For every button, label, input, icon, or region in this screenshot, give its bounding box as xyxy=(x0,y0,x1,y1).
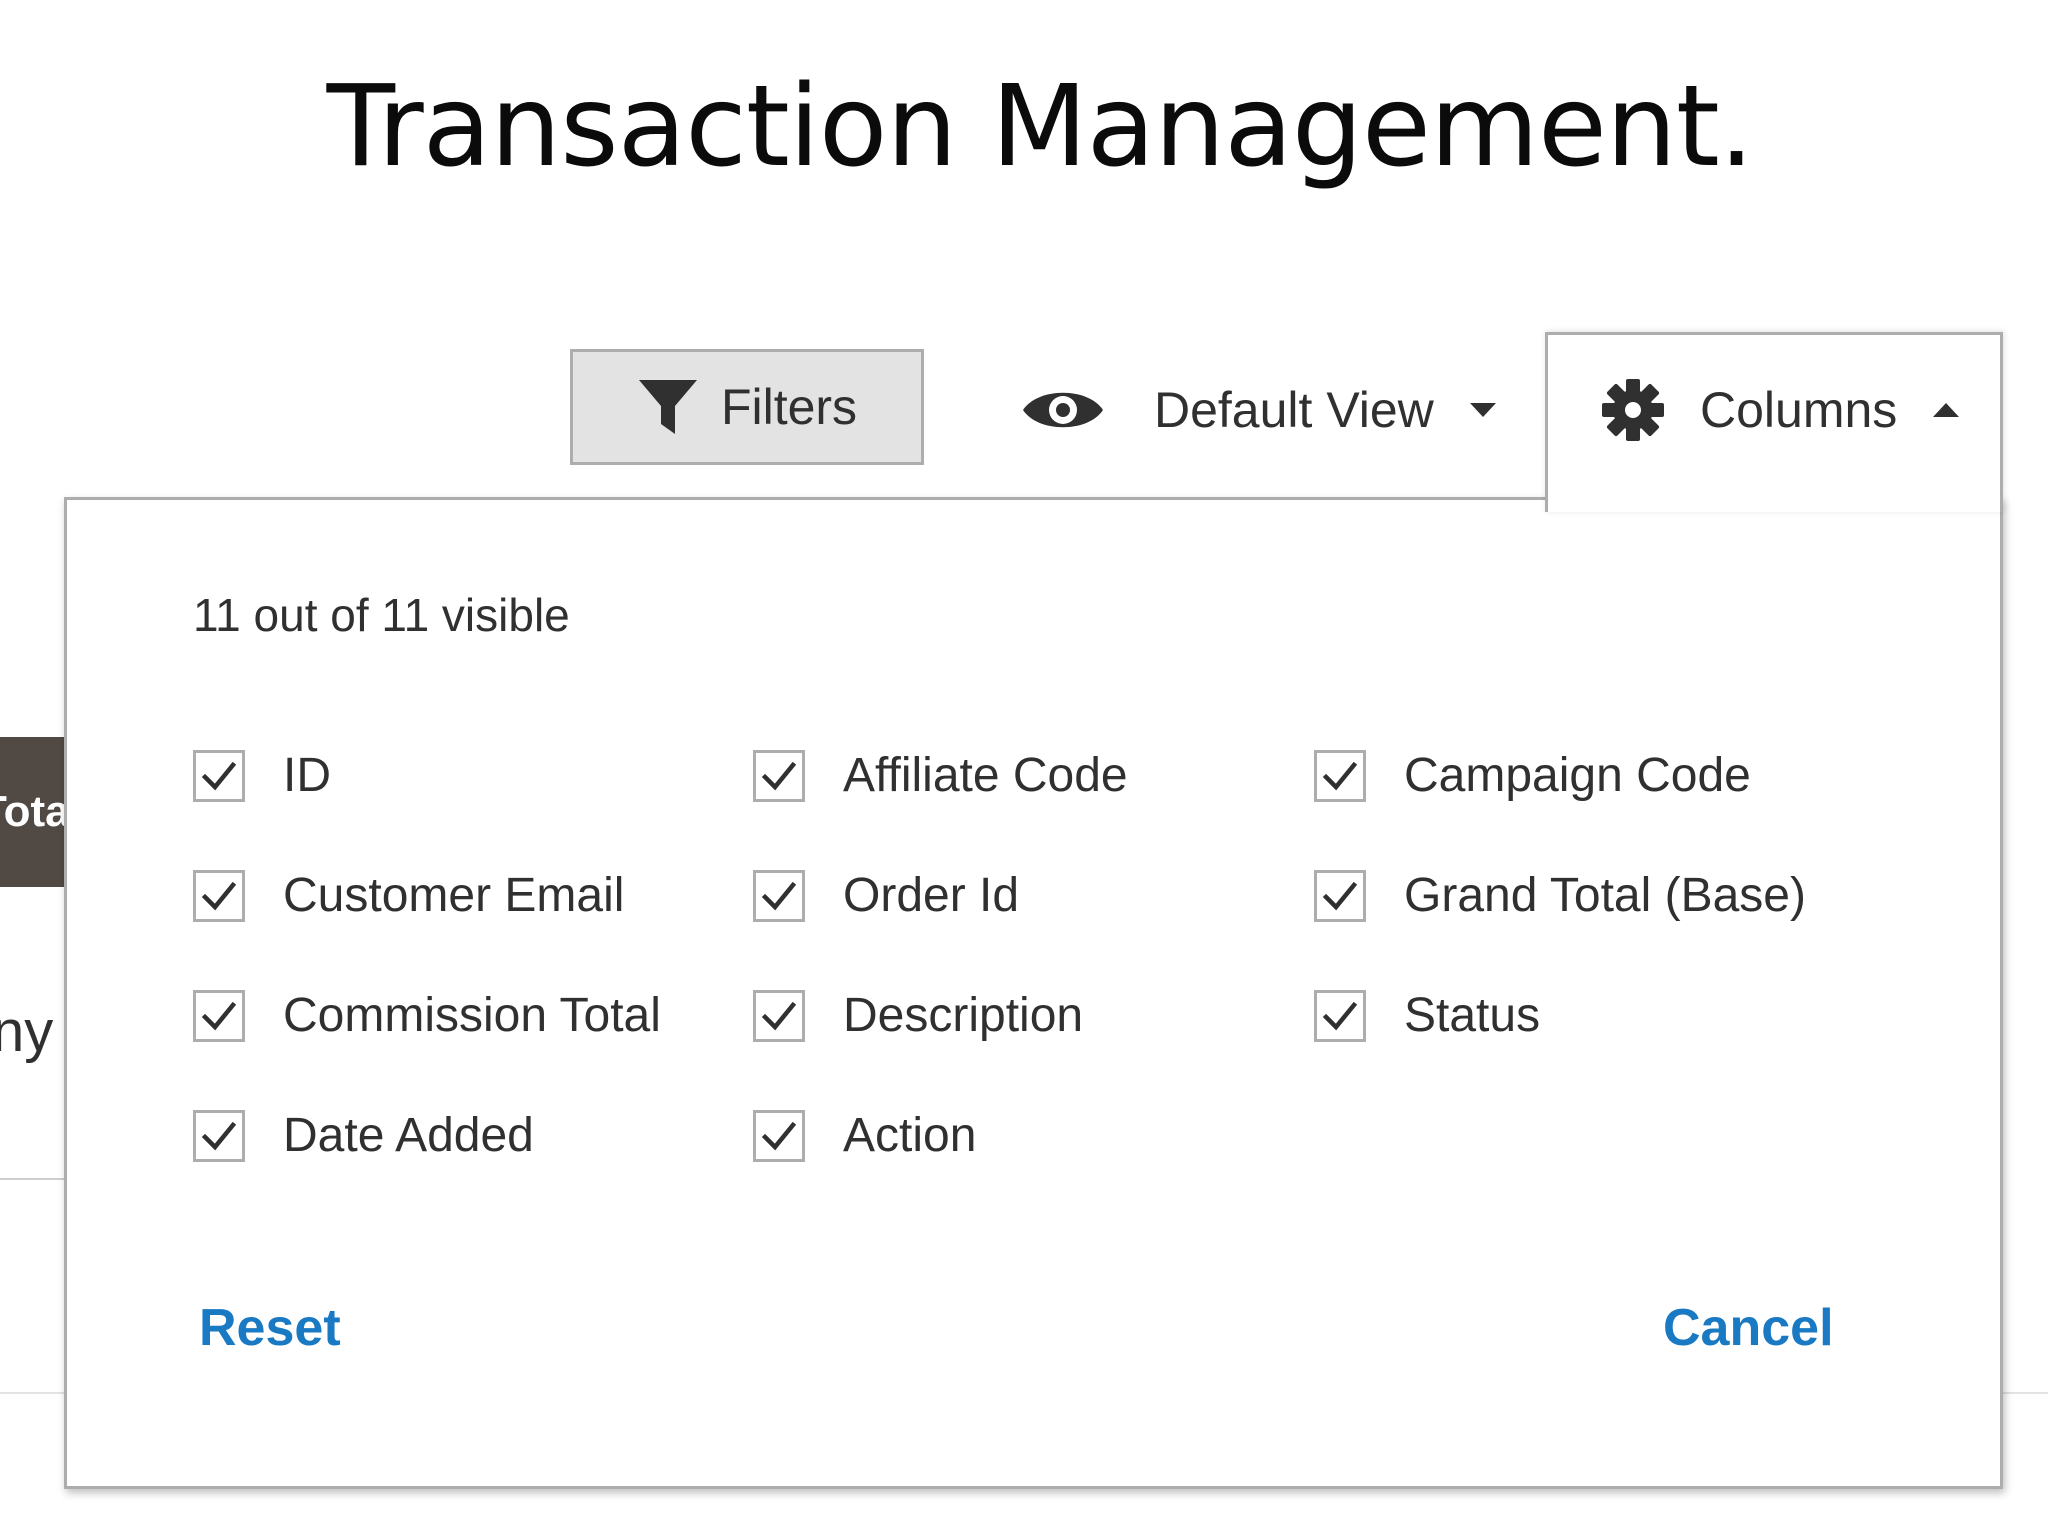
caret-down-icon xyxy=(1469,403,1496,417)
column-option[interactable]: Campaign Code xyxy=(1314,748,1751,803)
column-checkbox[interactable] xyxy=(753,989,805,1042)
column-option-label: Affiliate Code xyxy=(843,749,1128,802)
column-checkbox[interactable] xyxy=(1314,869,1366,922)
column-checkbox[interactable] xyxy=(193,1109,245,1162)
view-switcher-label: Default View xyxy=(1154,382,1434,438)
checkmark-icon xyxy=(761,1001,797,1030)
filters-button-label: Filters xyxy=(720,379,858,435)
checkmark-icon xyxy=(201,881,237,910)
checkmark-icon xyxy=(761,881,797,910)
slide: Transaction Management. Tota ny Filters … xyxy=(0,0,2048,1536)
checkmark-icon xyxy=(761,1121,797,1150)
caret-up-icon xyxy=(1933,403,1960,417)
column-checkbox[interactable] xyxy=(193,749,245,802)
checkmark-icon xyxy=(201,1121,237,1150)
cancel-button[interactable]: Cancel xyxy=(1663,1298,1834,1358)
grid-row-divider xyxy=(0,1178,70,1180)
column-option-label: Status xyxy=(1404,989,1541,1042)
column-option[interactable]: Customer Email xyxy=(193,868,624,923)
slide-title: Transaction Management. xyxy=(326,62,1755,192)
eye-icon xyxy=(1023,392,1103,428)
grid-cell: ny xyxy=(0,999,54,1064)
column-option[interactable]: ID xyxy=(193,748,331,803)
column-option-label: Campaign Code xyxy=(1404,749,1751,802)
column-option-label: Customer Email xyxy=(283,869,625,922)
column-checkbox[interactable] xyxy=(193,989,245,1042)
column-option-label: Commission Total xyxy=(283,989,661,1042)
checkmark-icon xyxy=(761,761,797,790)
column-checkbox[interactable] xyxy=(1314,989,1366,1042)
column-checkbox[interactable] xyxy=(1314,749,1366,802)
column-option[interactable]: Order Id xyxy=(753,868,1019,923)
column-option[interactable]: Status xyxy=(1314,988,1540,1043)
columns-button-label: Columns xyxy=(1700,382,1898,438)
column-checkbox[interactable] xyxy=(193,869,245,922)
checkmark-icon xyxy=(201,761,237,790)
column-option[interactable]: Grand Total (Base) xyxy=(1314,868,1806,923)
column-option[interactable]: Action xyxy=(753,1108,976,1163)
columns-button[interactable]: Columns xyxy=(1545,332,2003,512)
grid-column-header[interactable]: Tota xyxy=(0,737,70,887)
reset-button[interactable]: Reset xyxy=(199,1298,341,1358)
column-option[interactable]: Description xyxy=(753,988,1083,1043)
column-checkbox[interactable] xyxy=(753,1109,805,1162)
column-option-label: Order Id xyxy=(843,869,1020,922)
column-option[interactable]: Commission Total xyxy=(193,988,661,1043)
filters-button[interactable]: Filters xyxy=(570,349,924,465)
column-option[interactable]: Affiliate Code xyxy=(753,748,1128,803)
view-switcher[interactable]: Default View xyxy=(1020,360,1496,460)
visible-count: 11 out of 11 visible xyxy=(193,589,570,641)
checkmark-icon xyxy=(1322,1001,1358,1030)
column-checkbox[interactable] xyxy=(753,749,805,802)
column-option-label: ID xyxy=(283,749,331,802)
columns-dropdown: 11 out of 11 visible ID Customer Email Com… xyxy=(64,497,2003,1489)
gear-icon xyxy=(1602,379,1664,441)
column-option-label: Date Added xyxy=(283,1109,534,1162)
column-option[interactable]: Date Added xyxy=(193,1108,534,1163)
column-checkbox[interactable] xyxy=(753,869,805,922)
column-option-label: Grand Total (Base) xyxy=(1404,869,1806,922)
funnel-icon xyxy=(638,380,697,434)
checkmark-icon xyxy=(1322,761,1358,790)
column-option-label: Description xyxy=(843,989,1084,1042)
checkmark-icon xyxy=(201,1001,237,1030)
checkmark-icon xyxy=(1322,881,1358,910)
column-option-label: Action xyxy=(843,1109,977,1162)
